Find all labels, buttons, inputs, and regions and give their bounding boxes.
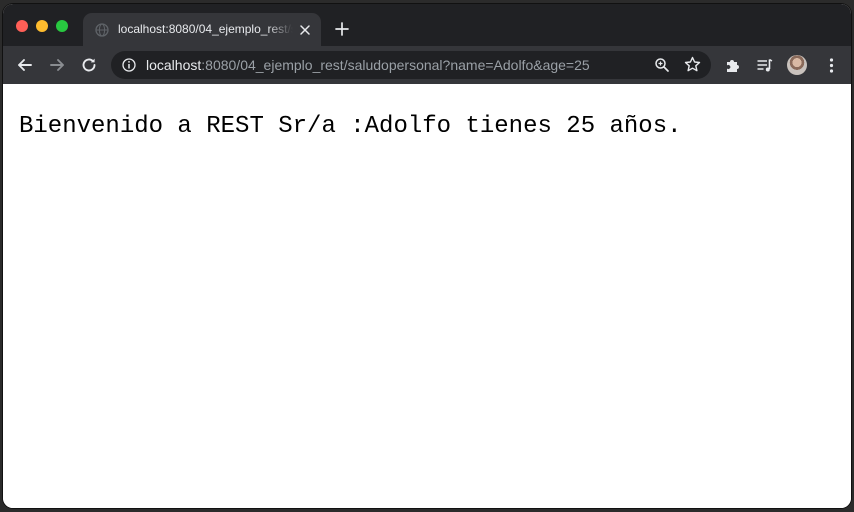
page-content: Bienvenido a REST Sr/a :Adolfo tienes 25… [3, 84, 851, 508]
zoom-icon[interactable] [654, 57, 670, 73]
kebab-menu-icon[interactable] [823, 57, 840, 74]
info-icon[interactable] [122, 58, 136, 72]
new-tab-button[interactable] [334, 21, 350, 37]
profile-avatar[interactable] [787, 55, 807, 75]
media-queue-icon[interactable] [756, 57, 773, 74]
reload-icon[interactable] [80, 56, 98, 74]
url-host: localhost [146, 57, 202, 73]
extensions-puzzle-icon[interactable] [724, 57, 741, 74]
welcome-message: Bienvenido a REST Sr/a :Adolfo tienes 25… [19, 113, 682, 140]
title-bar: localhost:8080/04_ejemplo_rest/saludoper… [3, 4, 851, 46]
tab-title: localhost:8080/04_ejemplo_rest/saludoper… [118, 22, 293, 36]
window-close-button[interactable] [16, 20, 28, 32]
close-icon[interactable] [299, 24, 311, 36]
window-maximize-button[interactable] [56, 20, 68, 32]
star-icon[interactable] [684, 56, 701, 73]
globe-icon [95, 23, 109, 37]
url-text[interactable]: localhost:8080/04_ejemplo_rest/saludoper… [146, 57, 590, 73]
browser-window: localhost:8080/04_ejemplo_rest/saludoper… [3, 4, 851, 508]
forward-arrow-icon[interactable] [48, 56, 66, 74]
browser-tab[interactable]: localhost:8080/04_ejemplo_rest/saludoper… [83, 13, 321, 46]
toolbar: localhost:8080/04_ejemplo_rest/saludoper… [3, 46, 851, 84]
address-bar[interactable]: localhost:8080/04_ejemplo_rest/saludoper… [111, 51, 711, 79]
back-arrow-icon[interactable] [16, 56, 34, 74]
window-minimize-button[interactable] [36, 20, 48, 32]
url-path: :8080/04_ejemplo_rest/saludopersonal?nam… [201, 57, 590, 73]
